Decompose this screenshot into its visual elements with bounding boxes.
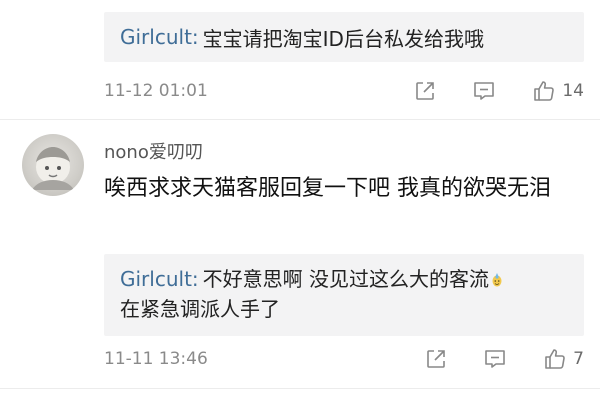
reply-button[interactable] (483, 348, 507, 370)
comment-meta-row: 11-11 13:46 7 (104, 344, 584, 374)
reply-author-link[interactable]: Girlcult (120, 25, 192, 49)
reply-separator: : (191, 267, 199, 291)
reply-text-line1: 不好意思啊 没见过这么大的客流 (202, 267, 490, 291)
share-icon (427, 350, 445, 368)
like-count: 14 (562, 81, 584, 101)
reply-text: 宝宝请把淘宝ID后台私发给我哦 (202, 26, 484, 51)
avatar[interactable] (22, 134, 84, 196)
thumbs-up-icon (545, 349, 565, 369)
comment-text: 唉西求求天猫客服回复一下吧 我真的欲哭无泪 (104, 176, 551, 201)
reply-button[interactable] (472, 80, 496, 102)
reply-box[interactable]: Girlcult: 宝宝请把淘宝ID后台私发给我哦 (104, 12, 584, 62)
reply-box[interactable]: Girlcult: 不好意思啊 没见过这么大的客流 在紧急调派人手了 (104, 254, 584, 336)
like-button[interactable]: 7 (543, 347, 584, 371)
avatar-image (32, 147, 74, 190)
share-icon (416, 82, 435, 100)
comment-meta-row: 11-12 01:01 14 (104, 76, 584, 106)
like-count: 7 (573, 349, 584, 369)
reply-text-line2: 在紧急调派人手了 (120, 297, 280, 321)
comment-username[interactable]: nono爱叨叨 (104, 138, 203, 164)
comment-timestamp: 11-11 13:46 (104, 349, 208, 369)
comment-icon (474, 82, 495, 100)
share-button[interactable] (425, 348, 447, 370)
reply-separator: : (191, 25, 199, 49)
sweat-smile-emoji-icon (492, 273, 502, 287)
divider (0, 388, 600, 389)
share-button[interactable] (414, 80, 436, 102)
reply-author-link[interactable]: Girlcult (120, 267, 192, 291)
comment-icon (485, 350, 505, 368)
like-button[interactable]: 14 (532, 79, 584, 103)
comment-timestamp: 11-12 01:01 (104, 81, 208, 101)
comment-thread: Girlcult: 宝宝请把淘宝ID后台私发给我哦 11-12 01:01 14… (0, 0, 600, 400)
divider (0, 119, 600, 120)
thumbs-up-icon (534, 81, 555, 101)
